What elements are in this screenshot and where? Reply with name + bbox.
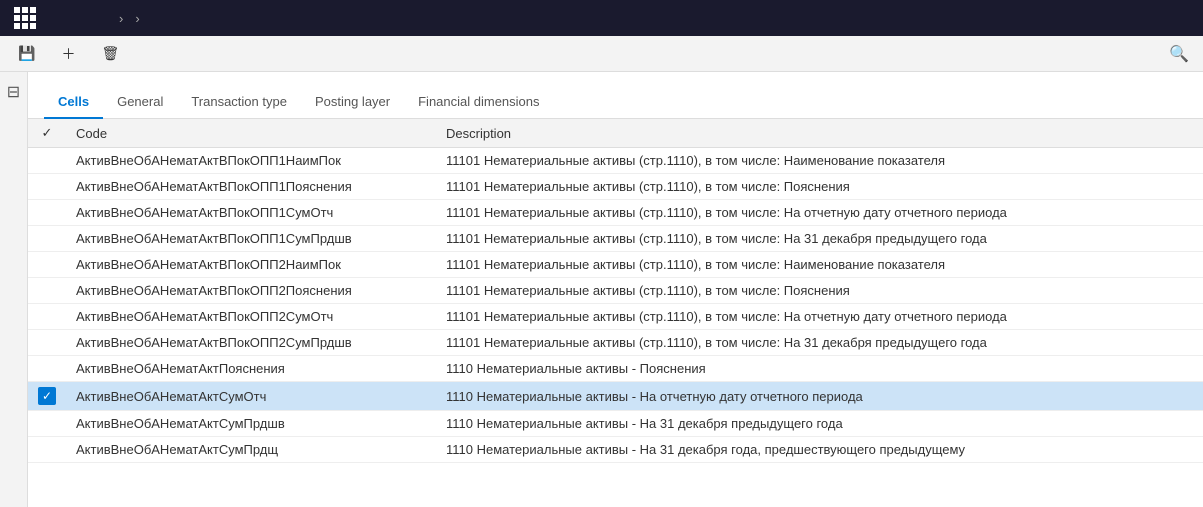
row-code: АктивВнеОбАНематАктВПокОПП2СумОтч [66, 304, 436, 330]
new-button[interactable]: ＋ [53, 40, 87, 68]
waffle-icon [14, 7, 36, 29]
code-column-header[interactable]: Code [66, 119, 436, 148]
row-checkbox[interactable] [28, 278, 66, 304]
row-description: 11101 Нематериальные активы (стр.1110), … [436, 304, 1203, 330]
row-code: АктивВнеОбАНематАктСумПрдщ [66, 437, 436, 463]
table-row[interactable]: АктивВнеОбАНематАктВПокОПП2СумОтч11101 Н… [28, 304, 1203, 330]
table-row[interactable]: АктивВнеОбАНематАктВПокОПП2СумПрдшв11101… [28, 330, 1203, 356]
table-row[interactable]: АктивВнеОбАНематАктВПокОПП1Пояснения1110… [28, 174, 1203, 200]
table-row[interactable]: АктивВнеОбАНематАктВПокОПП2Пояснения1110… [28, 278, 1203, 304]
tab-posting-layer[interactable]: Posting layer [301, 86, 404, 119]
new-icon: ＋ [61, 44, 75, 64]
row-code: АктивВнеОбАНематАктВПокОПП2Пояснения [66, 278, 436, 304]
tab-financial-dimensions[interactable]: Financial dimensions [404, 86, 553, 119]
row-checkbox[interactable] [28, 174, 66, 200]
page-header [28, 72, 1203, 86]
table-row[interactable]: АктивВнеОбАНематАктВПокОПП1НаимПок11101 … [28, 148, 1203, 174]
main-content-area: CellsGeneralTransaction typePosting laye… [28, 72, 1203, 507]
tab-general[interactable]: General [103, 86, 177, 119]
save-icon: 💾 [18, 45, 35, 62]
row-description: 1110 Нематериальные активы - На отчетную… [436, 382, 1203, 411]
search-button[interactable]: 🔍 [1165, 40, 1193, 68]
table-row[interactable]: АктивВнеОбАНематАктВПокОПП1СумОтч11101 Н… [28, 200, 1203, 226]
waffle-menu[interactable] [10, 3, 40, 33]
row-code: АктивВнеОбАНематАктВПокОПП1СумПрдшв [66, 226, 436, 252]
row-description: 1110 Нематериальные активы - На 31 декаб… [436, 411, 1203, 437]
row-code: АктивВнеОбАНематАктВПокОПП2НаимПок [66, 252, 436, 278]
row-description: 1110 Нематериальные активы - Пояснения [436, 356, 1203, 382]
row-description: 11101 Нематериальные активы (стр.1110), … [436, 278, 1203, 304]
row-checkbox[interactable] [28, 148, 66, 174]
row-description: 11101 Нематериальные активы (стр.1110), … [436, 330, 1203, 356]
breadcrumb-separator-2: › [135, 11, 139, 26]
table-row[interactable]: АктивВнеОбАНематАктВПокОПП2НаимПок11101 … [28, 252, 1203, 278]
row-description: 11101 Нематериальные активы (стр.1110), … [436, 174, 1203, 200]
search-icon: 🔍 [1169, 46, 1189, 63]
tab-transaction-type[interactable]: Transaction type [177, 86, 301, 119]
breadcrumb: › › [113, 11, 146, 26]
description-column-header[interactable]: Description [436, 119, 1203, 148]
table-row[interactable]: АктивВнеОбАНематАктСумПрдшв1110 Нематери… [28, 411, 1203, 437]
delete-button[interactable]: 🗑 [93, 41, 131, 66]
row-code: АктивВнеОбАНематАктВПокОПП1СумОтч [66, 200, 436, 226]
row-description: 11101 Нематериальные активы (стр.1110), … [436, 252, 1203, 278]
row-checkbox[interactable] [28, 252, 66, 278]
breadcrumb-separator-1: › [119, 11, 123, 26]
check-mark: ✓ [38, 387, 56, 405]
copy-button[interactable] [137, 50, 153, 58]
data-table-container[interactable]: ✓ Code Description АктивВнеОбАНематАктВП… [28, 119, 1203, 507]
row-checkbox[interactable] [28, 330, 66, 356]
page-container: ⊟ CellsGeneralTransaction typePosting la… [0, 72, 1203, 507]
check-column-header: ✓ [28, 119, 66, 148]
side-filter-panel: ⊟ [0, 72, 28, 507]
tab-cells[interactable]: Cells [44, 86, 103, 119]
table-body: АктивВнеОбАНематАктВПокОПП1НаимПок11101 … [28, 148, 1203, 463]
table-header-row: ✓ Code Description [28, 119, 1203, 148]
row-code: АктивВнеОбАНематАктВПокОПП1Пояснения [66, 174, 436, 200]
row-checkbox[interactable] [28, 437, 66, 463]
filter-icon[interactable]: ⊟ [7, 82, 20, 102]
row-description: 11101 Нематериальные активы (стр.1110), … [436, 148, 1203, 174]
top-navigation-bar: › › [0, 0, 1203, 36]
action-toolbar: 💾 ＋ 🗑 🔍 [0, 36, 1203, 72]
row-code: АктивВнеОбАНематАктСумОтч [66, 382, 436, 411]
options-button[interactable] [159, 50, 175, 58]
row-checkbox[interactable] [28, 411, 66, 437]
row-code: АктивВнеОбАНематАктПояснения [66, 356, 436, 382]
row-checkbox[interactable] [28, 356, 66, 382]
table-row[interactable]: АктивВнеОбАНематАктВПокОПП1СумПрдшв11101… [28, 226, 1203, 252]
row-checkbox[interactable] [28, 226, 66, 252]
row-checkbox[interactable]: ✓ [28, 382, 66, 411]
save-button[interactable]: 💾 [10, 41, 47, 66]
tab-bar: CellsGeneralTransaction typePosting laye… [28, 86, 1203, 119]
row-code: АктивВнеОбАНематАктВПокОПП2СумПрдшв [66, 330, 436, 356]
row-checkbox[interactable] [28, 304, 66, 330]
table-row[interactable]: АктивВнеОбАНематАктСумПрдщ1110 Нематериа… [28, 437, 1203, 463]
row-checkbox[interactable] [28, 200, 66, 226]
row-description: 1110 Нематериальные активы - На 31 декаб… [436, 437, 1203, 463]
row-code: АктивВнеОбАНематАктВПокОПП1НаимПок [66, 148, 436, 174]
row-code: АктивВнеОбАНематАктСумПрдшв [66, 411, 436, 437]
data-table: ✓ Code Description АктивВнеОбАНематАктВП… [28, 119, 1203, 463]
row-description: 11101 Нематериальные активы (стр.1110), … [436, 226, 1203, 252]
table-row[interactable]: ✓ АктивВнеОбАНематАктСумОтч1110 Нематериа… [28, 382, 1203, 411]
table-row[interactable]: АктивВнеОбАНематАктПояснения1110 Нематер… [28, 356, 1203, 382]
delete-icon: 🗑 [101, 45, 119, 62]
row-description: 11101 Нематериальные активы (стр.1110), … [436, 200, 1203, 226]
